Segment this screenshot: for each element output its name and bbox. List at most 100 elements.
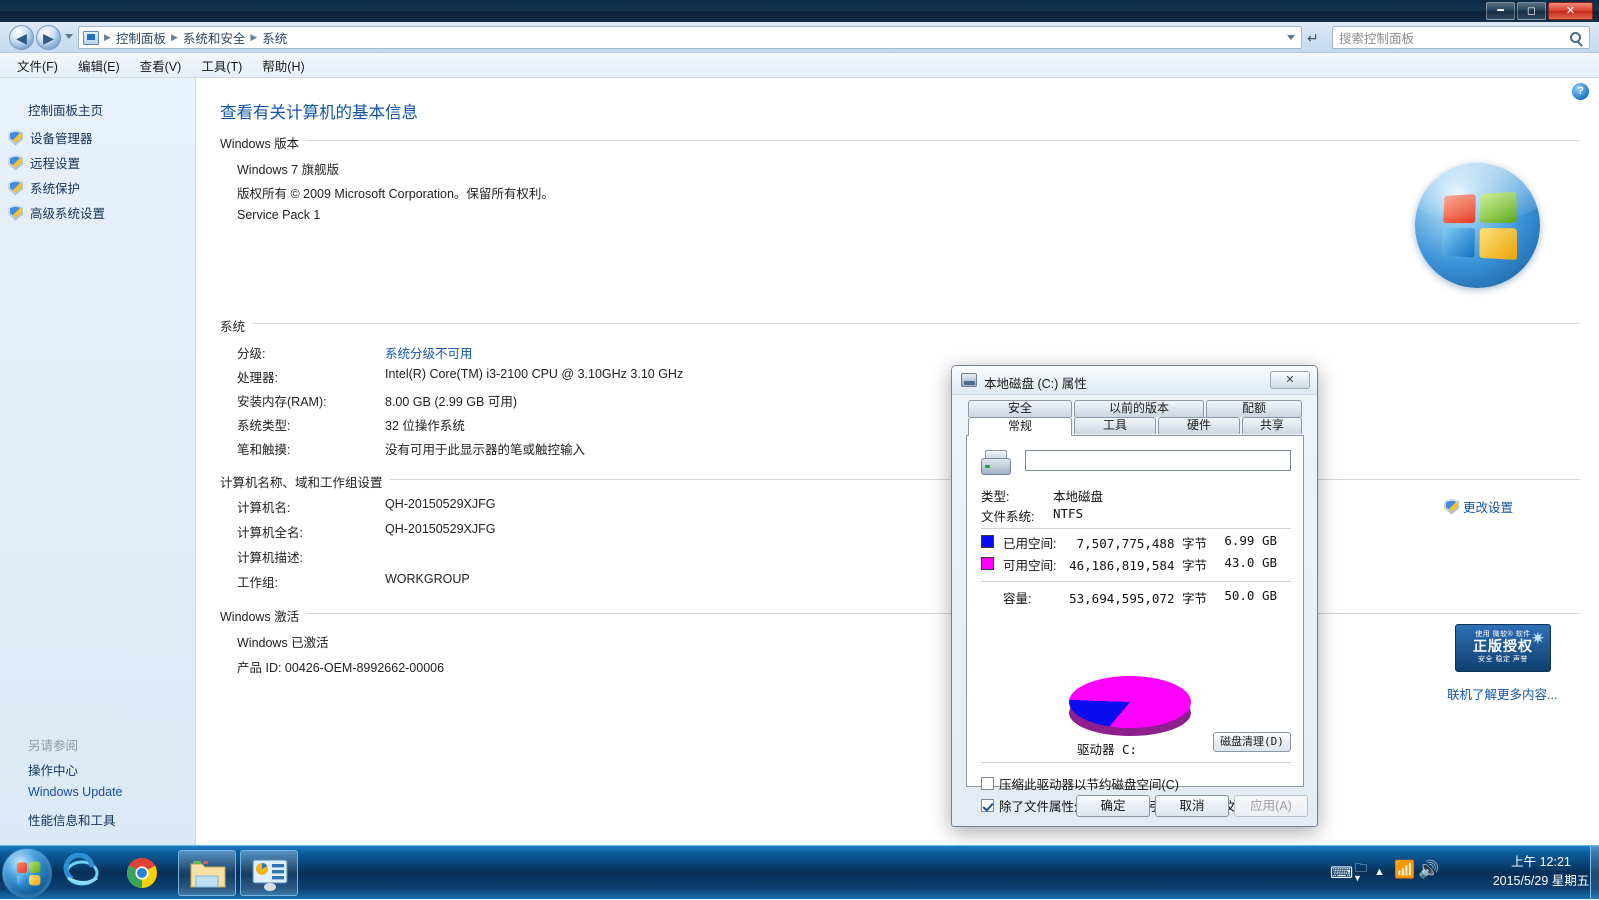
clock-time: 上午 12:21: [1491, 853, 1591, 872]
navigation-pane: 控制面板主页 设备管理器 远程设置 系统保护 高级系统设置 另请参阅 操作中心 …: [0, 78, 196, 845]
internet-explorer-icon: [62, 853, 102, 893]
change-settings-link[interactable]: 更改设置: [1444, 497, 1513, 516]
sidebar-item-home[interactable]: 控制面板主页: [28, 100, 103, 119]
cancel-button[interactable]: 取消: [1155, 795, 1229, 817]
section-heading-computer-name: 计算机名称、域和工作组设置: [220, 472, 390, 491]
search-input[interactable]: 搜索控制面板: [1332, 26, 1590, 49]
tab-sharing[interactable]: 共享: [1242, 417, 1302, 434]
star-icon: ✷: [1531, 630, 1545, 647]
chevron-down-icon[interactable]: ▼: [1353, 873, 1362, 883]
show-hidden-arrow-icon[interactable]: ▲: [1374, 866, 1385, 878]
tab-general[interactable]: 常规: [968, 417, 1072, 436]
section-divider: [220, 323, 1580, 324]
volume-label-input[interactable]: [1025, 450, 1291, 471]
menu-help[interactable]: 帮助(H): [253, 53, 313, 78]
chrome-icon: [122, 853, 162, 893]
tab-previous-versions[interactable]: 以前的版本: [1074, 400, 1204, 417]
taskbar-explorer-button[interactable]: [178, 850, 236, 896]
free-space-swatch: [981, 557, 994, 570]
windows-edition-line-2: Service Pack 1: [237, 208, 320, 222]
search-icon: [1570, 32, 1581, 43]
hard-drive-icon: [981, 450, 1011, 476]
computer-row-value-1: QH-20150529XJFG: [385, 522, 495, 536]
change-settings-label: 更改设置: [1463, 497, 1513, 516]
help-icon[interactable]: ?: [1572, 83, 1589, 100]
shield-icon: [8, 130, 23, 146]
dialog-close-button[interactable]: ✕: [1270, 371, 1310, 389]
network-icon[interactable]: 📶: [1394, 860, 1415, 880]
page-title: 查看有关计算机的基本信息: [220, 99, 418, 123]
menu-edit[interactable]: 编辑(E): [69, 53, 129, 78]
back-button[interactable]: ◀: [9, 25, 34, 50]
menu-view[interactable]: 查看(V): [131, 53, 191, 78]
tab-quota[interactable]: 配额: [1206, 400, 1302, 417]
section-divider: [220, 613, 1580, 614]
free-space-label: 可用空间:: [1003, 555, 1056, 574]
taskbar-clock[interactable]: 上午 12:21 2015/5/29 星期五: [1491, 853, 1591, 891]
checkbox-box: [981, 799, 994, 812]
breadcrumb-item-1[interactable]: 系统和安全: [180, 28, 249, 47]
computer-row-value-0: QH-20150529XJFG: [385, 497, 495, 511]
start-button[interactable]: [2, 848, 52, 898]
computer-row-label-1: 计算机全名:: [237, 522, 303, 541]
system-row-label-0: 分级:: [237, 343, 265, 362]
divider: [981, 581, 1291, 582]
used-space-label: 已用空间:: [1003, 533, 1056, 552]
dialog-titlebar: 本地磁盘 (C:) 属性 ✕: [952, 366, 1317, 395]
menu-tools[interactable]: 工具(T): [192, 53, 251, 78]
computer-row-label-3: 工作组:: [237, 572, 278, 591]
keyboard-icon[interactable]: ⌨: [1330, 863, 1353, 883]
genuine-software-badge[interactable]: ✷ 使用 微软® 软件 正版授权 安全 稳定 声誉: [1455, 624, 1551, 672]
taskbar-ie-button[interactable]: [62, 853, 102, 893]
breadcrumb-separator: ▶: [169, 32, 180, 43]
breadcrumb-item-0[interactable]: 控制面板: [113, 28, 169, 47]
taskbar-control-panel-button[interactable]: [240, 850, 298, 896]
dialog-tabstrip: 安全 以前的版本 配额 常规 工具 硬件 共享: [966, 400, 1304, 436]
apply-button[interactable]: 应用(A): [1234, 795, 1308, 817]
free-space-bytes: 46,186,819,584 字节: [1067, 555, 1207, 574]
field-value-type: 本地磁盘: [1053, 486, 1103, 505]
maximize-button[interactable]: ◻: [1517, 2, 1546, 20]
chevron-down-icon[interactable]: [1287, 35, 1295, 40]
system-row-value-1: Intel(R) Core(TM) i3-2100 CPU @ 3.10GHz …: [385, 367, 683, 381]
field-label-filesystem: 文件系统:: [981, 506, 1034, 525]
taskbar-chrome-button[interactable]: [122, 853, 162, 893]
show-desktop-button[interactable]: [1590, 846, 1599, 900]
disk-usage-pie-chart: [1069, 676, 1191, 738]
breadcrumb-item-2[interactable]: 系统: [259, 28, 290, 47]
disk-cleanup-button[interactable]: 磁盘清理(D): [1213, 732, 1291, 752]
tab-tools[interactable]: 工具: [1074, 417, 1156, 434]
breadcrumb-bar[interactable]: ▶ 控制面板 ▶ 系统和安全 ▶ 系统: [78, 26, 1302, 49]
explorer-window: ━ ◻ ✕ ◀ ▶ ▶ 控制面板 ▶ 系统和安全 ▶ 系统 ↵ 搜索控制面板 文…: [0, 0, 1599, 845]
tab-hardware[interactable]: 硬件: [1158, 417, 1240, 434]
windows-edition-line-1: 版权所有 © 2009 Microsoft Corporation。保留所有权利…: [237, 183, 554, 202]
compress-drive-checkbox[interactable]: 压缩此驱动器以节约磁盘空间(C): [981, 774, 1179, 793]
volume-icon[interactable]: 🔊: [1418, 860, 1439, 880]
refresh-icon[interactable]: ↵: [1307, 30, 1319, 47]
forward-button[interactable]: ▶: [36, 25, 61, 50]
sidebar-item-label: 设备管理器: [30, 128, 93, 147]
field-value-filesystem: NTFS: [1053, 506, 1083, 521]
tab-security[interactable]: 安全: [968, 400, 1072, 417]
control-panel-icon: [250, 856, 290, 892]
sidebar-item-system-protection[interactable]: 系统保护: [8, 178, 80, 197]
control-panel-icon: [83, 31, 99, 45]
learn-more-online-link[interactable]: 联机了解更多内容...: [1447, 684, 1557, 703]
activation-product-id: 产品 ID: 00426-OEM-8992662-00006: [237, 657, 444, 676]
sidebar-item-label: 系统保护: [30, 178, 80, 197]
sidebar-item-advanced-settings[interactable]: 高级系统设置: [8, 203, 105, 222]
close-button[interactable]: ✕: [1548, 2, 1593, 20]
computer-row-label-0: 计算机名:: [237, 497, 290, 516]
sidebar-item-performance-info[interactable]: 性能信息和工具: [28, 810, 116, 829]
recent-pages-icon[interactable]: [65, 34, 73, 39]
minimize-button[interactable]: ━: [1486, 2, 1515, 20]
menu-file[interactable]: 文件(F): [8, 53, 67, 78]
ok-button[interactable]: 确定: [1076, 795, 1150, 817]
sidebar-item-remote-settings[interactable]: 远程设置: [8, 153, 80, 172]
sidebar-item-action-center[interactable]: 操作中心: [28, 760, 78, 779]
system-row-value-2: 8.00 GB (2.99 GB 可用): [385, 391, 517, 410]
system-row-label-2: 安装内存(RAM):: [237, 391, 327, 410]
sidebar-item-device-manager[interactable]: 设备管理器: [8, 128, 93, 147]
system-row-value-0[interactable]: 系统分级不可用: [385, 343, 473, 362]
sidebar-item-windows-update[interactable]: Windows Update: [28, 785, 123, 799]
